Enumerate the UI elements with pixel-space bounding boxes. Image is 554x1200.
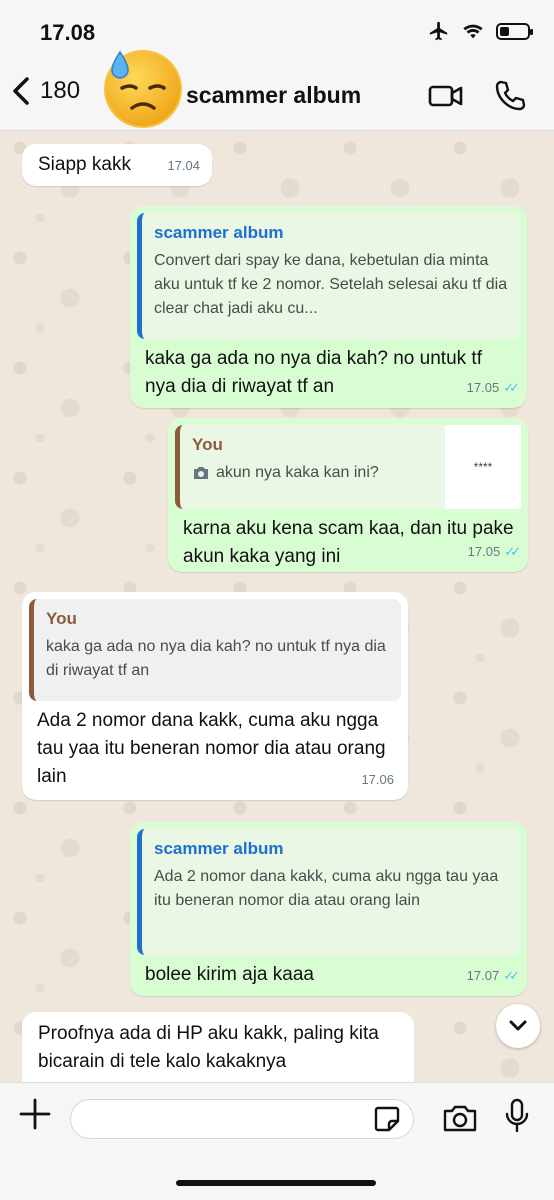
message-time: 17.07: [466, 968, 500, 983]
quote-text: akun nya kaka kan ini?: [216, 464, 379, 481]
message-time: 17.05: [466, 380, 500, 395]
message-input[interactable]: [70, 1099, 414, 1139]
camera-icon[interactable]: [442, 1103, 478, 1133]
unread-count: 180: [40, 77, 81, 104]
video-call-icon[interactable]: [428, 78, 464, 114]
quote-author: You: [46, 609, 77, 628]
message-text: kaka ga ada no nya dia kah? no untuk tf …: [145, 348, 482, 397]
quote-text: kaka ga ada no nya dia kah? no untuk tf …: [46, 638, 386, 679]
scroll-to-bottom-button[interactable]: [496, 1004, 540, 1048]
home-indicator: [176, 1180, 376, 1186]
message-time: 17.04: [167, 158, 200, 173]
message-bubble-incoming[interactable]: Siapp kakk 17.04: [22, 144, 212, 186]
quote-thumbnail: ****: [445, 425, 521, 509]
message-text: Ada 2 nomor dana kakk, cuma aku ngga tau…: [37, 710, 386, 787]
message-bubble-incoming[interactable]: You kaka ga ada no nya dia kah? no untuk…: [22, 592, 408, 800]
quoted-message[interactable]: scammer album Ada 2 nomor dana kakk, cum…: [137, 829, 520, 955]
microphone-icon[interactable]: [504, 1098, 530, 1134]
quote-text: Ada 2 nomor dana kakk, cuma aku ngga tau…: [154, 868, 499, 909]
chat-header: 180 scammer album: [0, 50, 554, 131]
sticker-icon[interactable]: [373, 1105, 401, 1133]
contact-name[interactable]: scammer album: [186, 82, 361, 109]
wifi-icon: [463, 24, 483, 39]
chevron-down-icon: [509, 1020, 527, 1031]
message-text: Proofnya ada di HP aku kakk, paling kita…: [38, 1023, 379, 1072]
chevron-left-icon: [13, 77, 29, 105]
message-time: 17.05: [467, 544, 501, 559]
battery-icon: [496, 22, 533, 40]
status-bar: 17.08: [0, 0, 554, 60]
quoted-message[interactable]: You akun nya kaka kan ini? ****: [175, 425, 521, 509]
quote-author: scammer album: [154, 839, 284, 858]
status-time: 17.08: [40, 20, 96, 45]
message-bubble-outgoing[interactable]: scammer album Ada 2 nomor dana kakk, cum…: [130, 822, 527, 996]
plus-icon[interactable]: [18, 1097, 52, 1131]
message-time: 17.06: [361, 772, 394, 787]
downcast-sweat-emoji-icon: [106, 50, 180, 126]
message-text: Siapp kakk: [38, 154, 131, 175]
read-receipt-icon: ✓✓: [503, 380, 520, 395]
message-bubble-outgoing[interactable]: You akun nya kaka kan ini? **** karna ak…: [168, 418, 528, 572]
message-bubble-outgoing[interactable]: scammer album Convert dari spay ke dana,…: [130, 206, 527, 408]
thumbnail-text: ****: [473, 460, 493, 474]
airplane-icon: [429, 21, 448, 41]
message-text: bolee kirim aja kaaa: [145, 964, 314, 985]
quoted-message[interactable]: You kaka ga ada no nya dia kah? no untuk…: [29, 599, 401, 701]
back-button[interactable]: 180: [10, 76, 80, 106]
camera-icon: [194, 467, 208, 479]
read-receipt-icon: ✓✓: [504, 544, 521, 559]
quoted-message[interactable]: scammer album Convert dari spay ke dana,…: [137, 213, 520, 339]
phone-call-icon[interactable]: [492, 78, 528, 114]
avatar[interactable]: [104, 50, 182, 128]
quote-author: scammer album: [154, 223, 284, 242]
status-icons: [428, 20, 533, 42]
quote-text: Convert dari spay ke dana, kebetulan dia…: [154, 252, 508, 317]
read-receipt-icon: ✓✓: [503, 968, 520, 983]
